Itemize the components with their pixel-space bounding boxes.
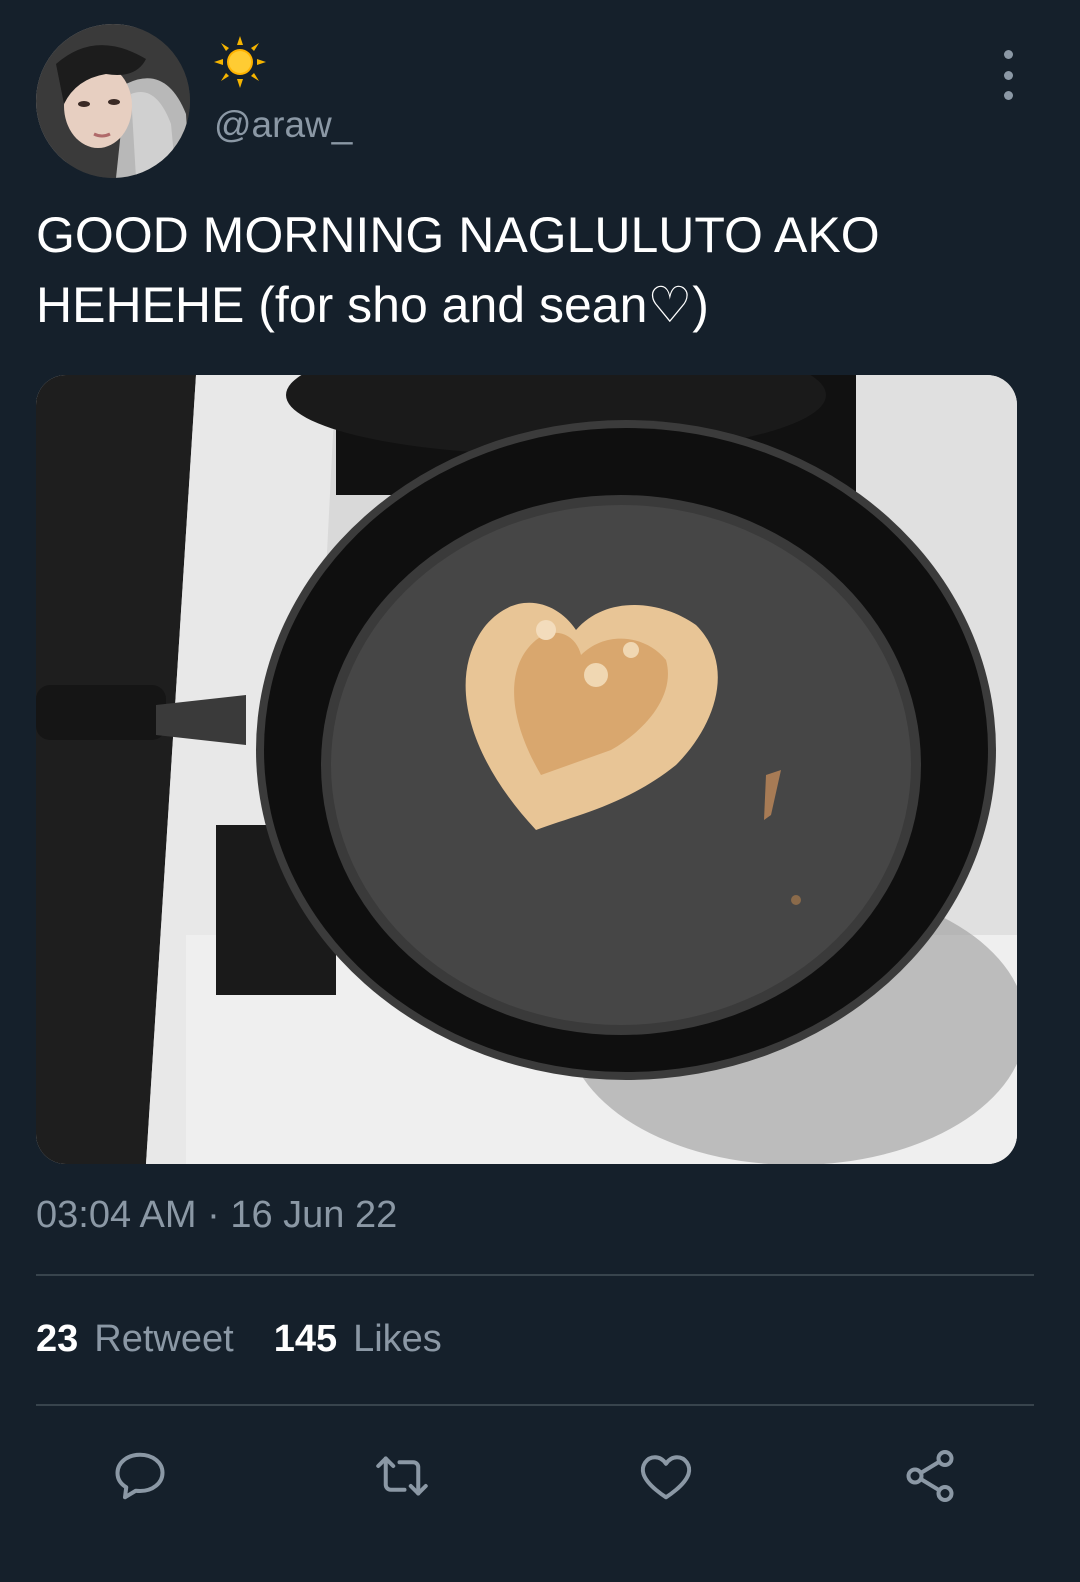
display-name-sun-emoji[interactable] bbox=[214, 36, 266, 88]
share-icon bbox=[906, 1450, 954, 1502]
likes-count: 145 bbox=[273, 1318, 338, 1360]
more-dot bbox=[1003, 70, 1013, 80]
more-options-icon[interactable] bbox=[990, 50, 1026, 100]
reply-icon bbox=[115, 1452, 165, 1500]
retweet-button[interactable] bbox=[366, 1440, 438, 1512]
retweet-icon bbox=[376, 1456, 428, 1496]
divider bbox=[36, 1274, 1034, 1276]
sun-icon bbox=[214, 36, 266, 88]
pancake-in-pan-image bbox=[36, 375, 1017, 1164]
divider bbox=[36, 1404, 1034, 1406]
more-dot bbox=[1003, 91, 1013, 100]
likes-label: Likes bbox=[353, 1318, 442, 1360]
like-button[interactable] bbox=[630, 1440, 702, 1512]
tweet-text: GOOD MORNING NAGLULUTO AKO HEHEHE (for s… bbox=[36, 207, 880, 333]
share-button[interactable] bbox=[894, 1440, 966, 1512]
retweets-stat[interactable]: 23 Retweet bbox=[36, 1318, 234, 1361]
tweet-photo[interactable] bbox=[36, 375, 1017, 1164]
tweet-stats: 23 Retweet 145 Likes bbox=[36, 1318, 442, 1361]
avatar-photo bbox=[36, 24, 190, 178]
tweet-timestamp[interactable]: 03:04 AM · 16 Jun 22 bbox=[36, 1194, 397, 1237]
retweets-count: 23 bbox=[36, 1318, 79, 1360]
more-dot bbox=[1003, 50, 1013, 59]
heart-icon bbox=[640, 1455, 692, 1500]
user-handle[interactable]: @araw_ bbox=[214, 104, 352, 146]
tweet-actions bbox=[0, 1440, 1080, 1512]
retweets-label: Retweet bbox=[94, 1318, 234, 1360]
avatar[interactable] bbox=[36, 24, 190, 178]
likes-stat[interactable]: 145 Likes bbox=[274, 1318, 442, 1361]
reply-button[interactable] bbox=[104, 1440, 176, 1512]
